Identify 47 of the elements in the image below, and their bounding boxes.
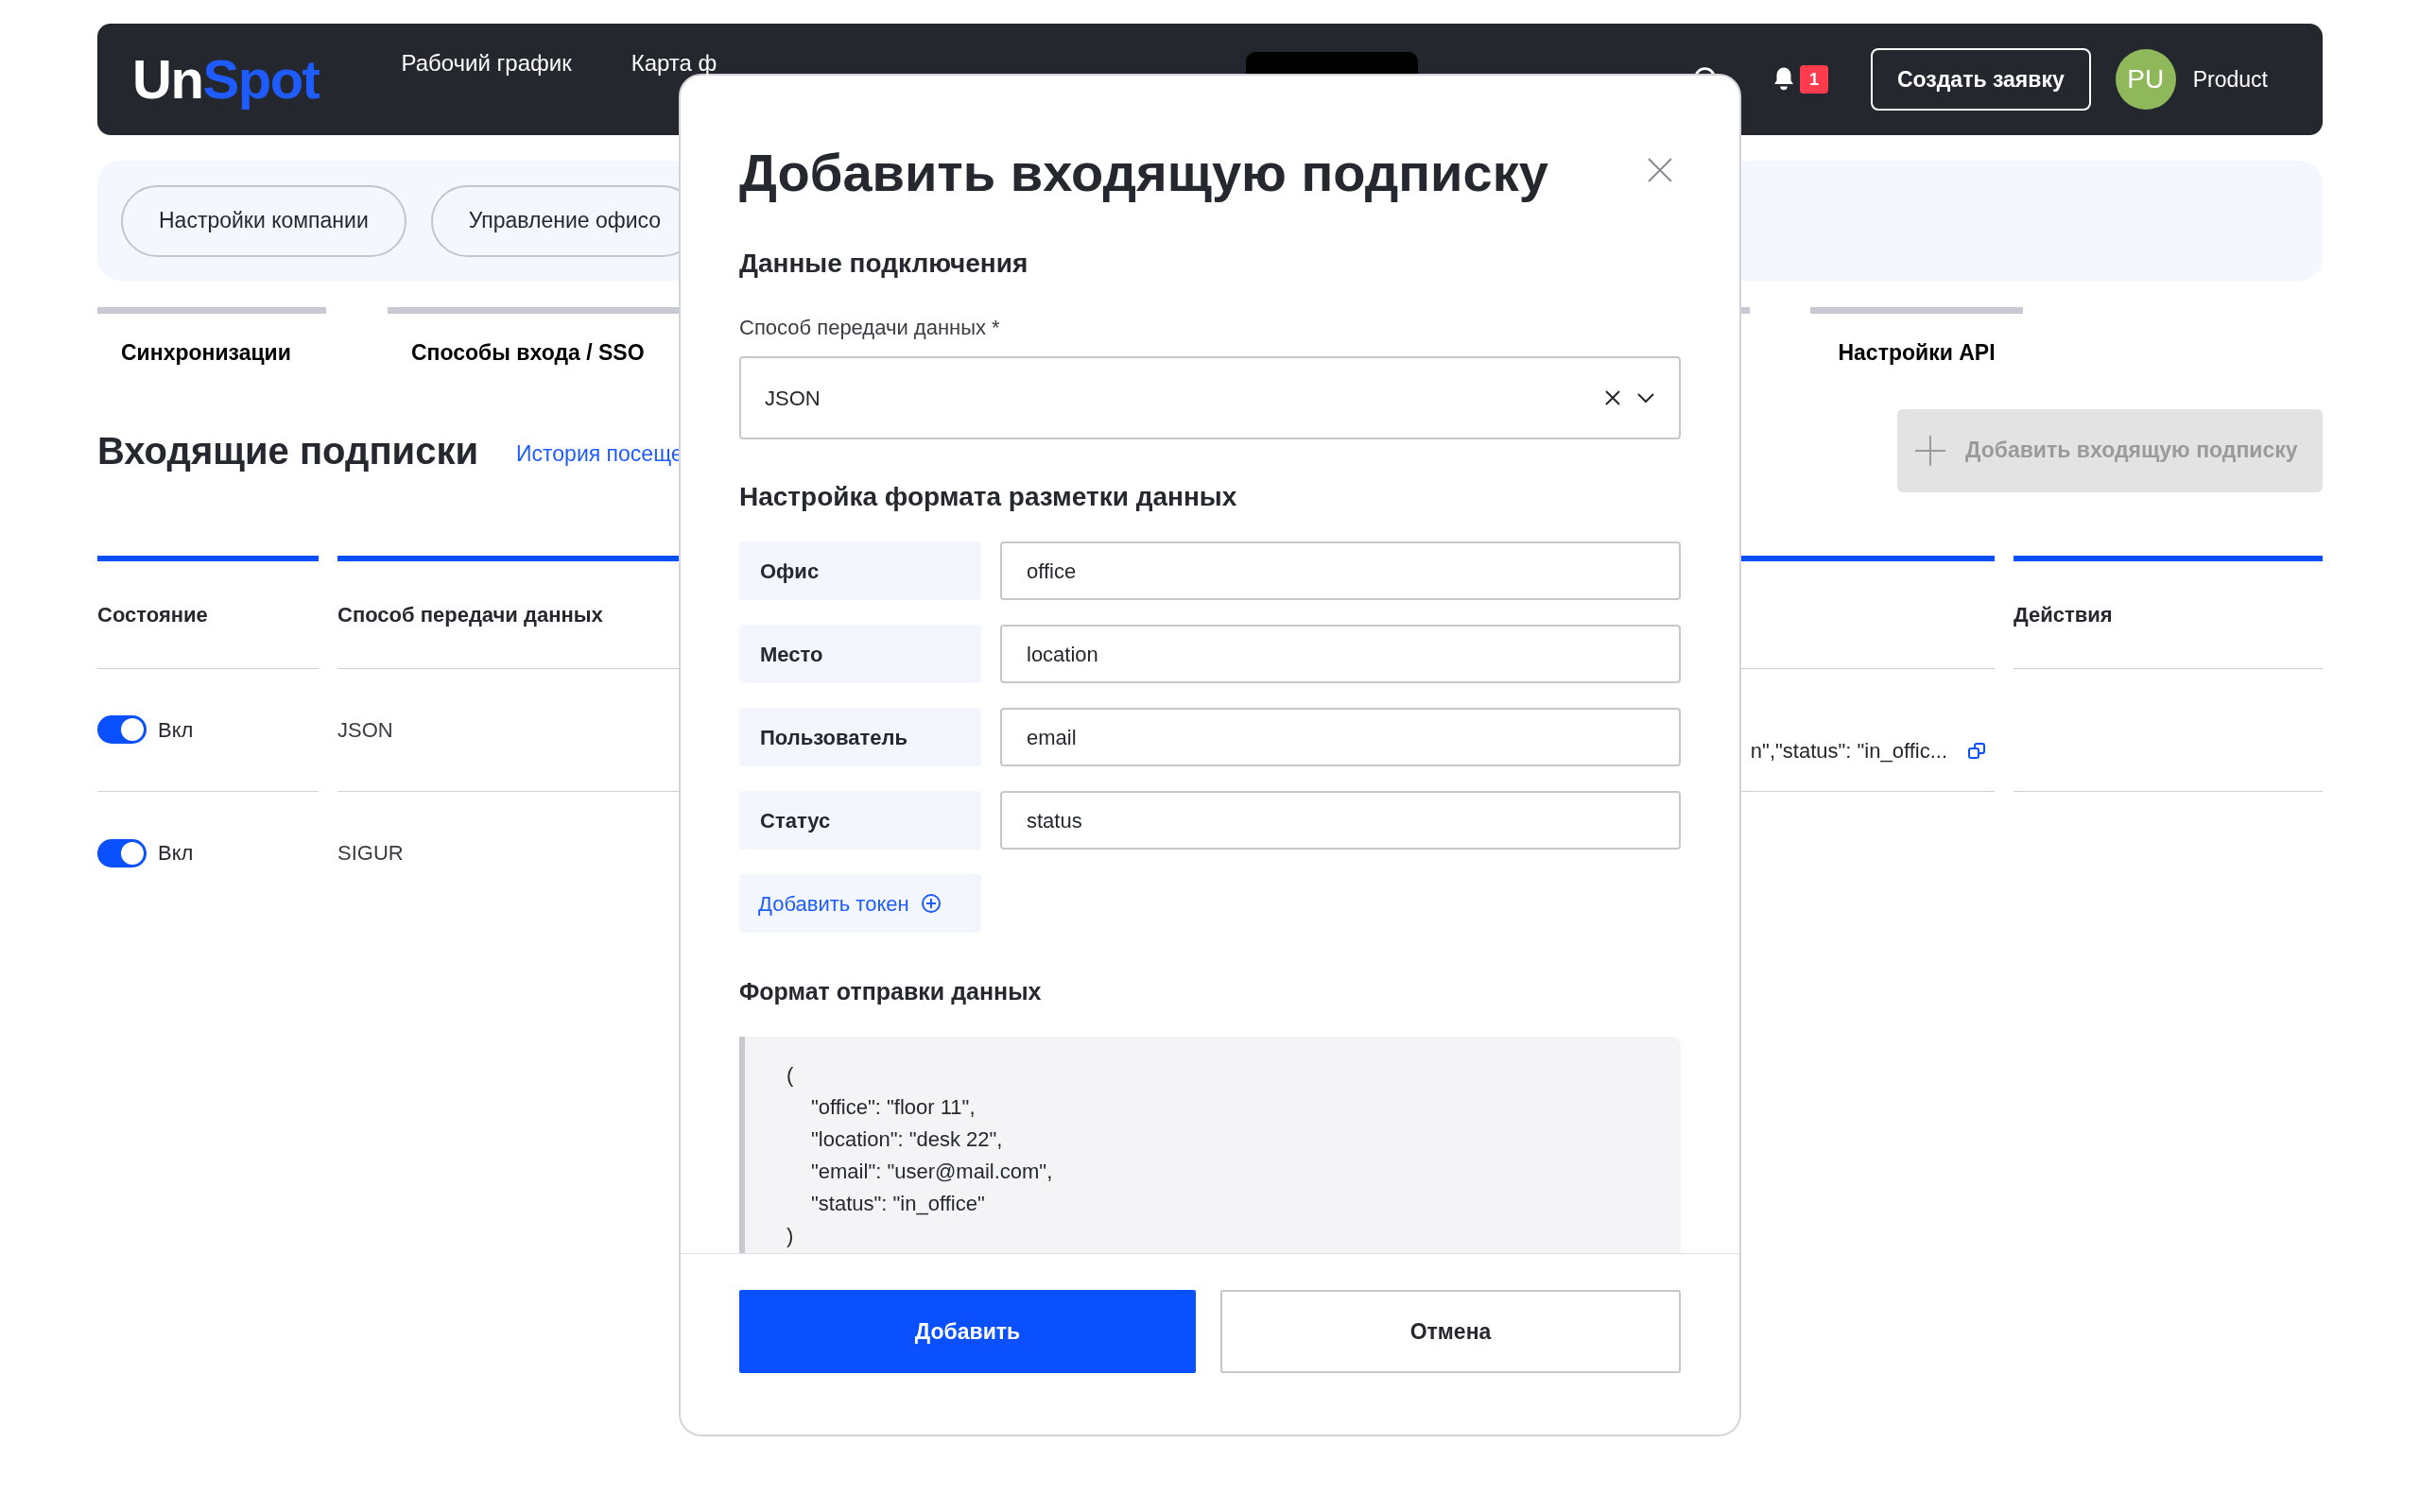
section-heading: Формат отправки данных [739, 977, 1043, 1006]
section-heading: Данные подключения [739, 248, 1029, 280]
nav-item[interactable]: Карта ф [631, 46, 717, 80]
method-select[interactable]: JSON [739, 356, 1681, 439]
mapping-label: Место [739, 625, 981, 683]
create-request-button[interactable]: Создать заявку [1870, 48, 2091, 111]
mapping-label: Статус [739, 791, 981, 850]
mapping-input[interactable]: status [1000, 791, 1681, 850]
mapping-input[interactable]: office [1000, 541, 1681, 600]
mapping-input[interactable]: location [1000, 625, 1681, 683]
settings-tab[interactable]: Настройки компании [121, 184, 406, 257]
toggle-switch[interactable] [97, 838, 147, 868]
modal-title: Добавить входящую подписку [739, 142, 1548, 204]
state-label: Вкл [158, 840, 194, 867]
section-tab[interactable]: Синхронизации [97, 307, 326, 369]
mapping-input[interactable]: email [1000, 708, 1681, 766]
mapping-label: Пользователь [739, 708, 981, 766]
code-line: "status": "in_office" [810, 1190, 986, 1217]
section-heading: Настройка формата разметки данных [739, 481, 1238, 513]
mapping-label: Офис [739, 541, 981, 600]
section-title: Входящие подписки [97, 428, 478, 473]
column-header: Действия [2014, 555, 2323, 669]
plus-icon [1914, 434, 1946, 467]
code-line: "email": "user@mail.com", [810, 1158, 1054, 1185]
notification-badge: 1 [1799, 65, 1828, 94]
code-line: ) [786, 1222, 795, 1249]
toggle-switch[interactable] [97, 715, 147, 744]
code-line: "location": "desk 22", [810, 1125, 1004, 1153]
state-label: Вкл [158, 716, 194, 744]
code-line: ( [786, 1061, 795, 1089]
clear-icon[interactable] [1604, 389, 1621, 406]
table-cell-text: SIGUR [337, 840, 404, 867]
copy-icon[interactable] [1968, 742, 1985, 760]
close-icon[interactable] [1647, 157, 1673, 183]
add-token-button[interactable]: Добавить токен [739, 874, 981, 933]
section-tab[interactable]: Настройки API [1810, 307, 2023, 369]
user-name[interactable]: Product [2192, 62, 2268, 96]
plus-circle-icon [920, 893, 942, 914]
cancel-button[interactable]: Отмена [1220, 1290, 1681, 1373]
nav-item[interactable]: Рабочий график [401, 46, 572, 80]
code-line: "office": "floor 11", [810, 1093, 977, 1121]
submit-button[interactable]: Добавить [739, 1290, 1196, 1373]
table-cell-text: JSON [337, 716, 393, 744]
field-label: Способ передачи данных * [739, 315, 1001, 341]
column-header: Состояние [97, 555, 319, 669]
table-cell-text: n","status": "in_offic... [1750, 738, 1947, 765]
chevron-down-icon[interactable] [1636, 392, 1655, 404]
